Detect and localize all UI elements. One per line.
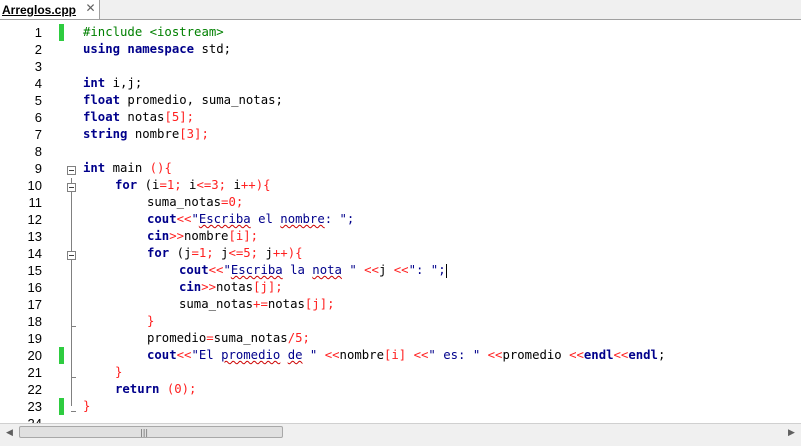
code-line-1: #include <iostream> — [83, 25, 224, 39]
scroll-right-arrow-icon[interactable]: ▶ — [784, 425, 799, 439]
gutter-row: 3 — [0, 58, 58, 75]
code-line-12: cout<<"Escriba el nombre: "; — [147, 212, 355, 226]
code-line-14: for (j=1; j<=5; j++){ — [147, 246, 303, 260]
code-line-9: int main (){ — [83, 161, 172, 175]
horizontal-scrollbar[interactable]: ◀ ||| ▶ — [0, 423, 801, 440]
code-line-23: } — [83, 399, 91, 413]
gutter-row: 8 — [0, 143, 58, 160]
scroll-left-arrow-icon[interactable]: ◀ — [2, 425, 17, 439]
code-line-15: cout<<"Escriba la nota " <<j <<": "; — [179, 263, 447, 278]
code-line-2: using namespace std; — [83, 42, 232, 56]
code-line-16: cin>>notas[j]; — [179, 280, 283, 294]
scrollbar-thumb[interactable]: ||| — [19, 426, 283, 438]
code-line-18: } — [147, 314, 155, 328]
line-number: 3 — [34, 59, 42, 74]
code-line-22: return (0); — [115, 382, 197, 396]
line-number: 8 — [34, 144, 42, 159]
status-strip — [0, 440, 801, 446]
code-line-17: suma_notas+=notas[j]; — [179, 297, 335, 311]
code-line-7: string nombre[3]; — [83, 127, 209, 141]
close-icon[interactable]: ✕ — [84, 2, 97, 15]
code-line-5: float promedio, suma_notas; — [83, 93, 283, 107]
line-number: 24 — [0, 415, 42, 423]
tab-bar: Arreglos.cpp ✕ — [0, 0, 801, 20]
text-caret — [445, 263, 447, 278]
code-line-19: promedio=suma_notas/5; — [147, 331, 310, 345]
gutter-row: 24 — [0, 415, 58, 423]
code-editor[interactable]: 123456789101112131415161718192021222324 … — [0, 20, 801, 423]
code-line-13: cin>>nombre[i]; — [147, 229, 259, 243]
code-line-11: suma_notas=0; — [147, 195, 244, 209]
tab-arreglos[interactable]: Arreglos.cpp ✕ — [0, 0, 100, 19]
tab-title[interactable]: Arreglos.cpp — [2, 3, 76, 17]
code-line-21: } — [115, 365, 123, 379]
grip-icon: ||| — [140, 428, 149, 437]
code-line-6: float notas[5]; — [83, 110, 195, 124]
code-line-4: int i,j; — [83, 76, 143, 90]
code-line-10: for (i=1; i<=3; i++){ — [115, 178, 271, 192]
code-line-20: cout<<"El promedio de " <<nombre[i] <<" … — [147, 348, 666, 362]
